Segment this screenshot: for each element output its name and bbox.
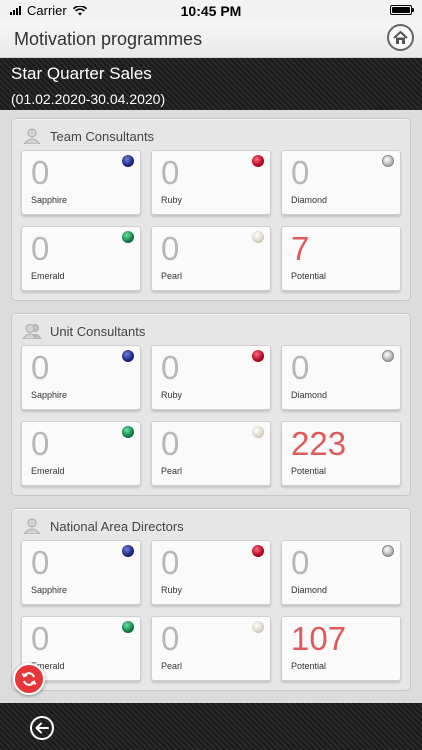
programme-title: Star Quarter Sales	[11, 64, 152, 83]
person-icon	[23, 518, 41, 534]
tile-label: Ruby	[161, 585, 183, 595]
back-arrow-icon	[35, 722, 49, 734]
person-icon	[23, 128, 41, 144]
tile-emerald[interactable]: 0 Emerald	[21, 226, 141, 291]
section-unit-consultants: Unit Consultants 0 Sapphire 0 Ruby 0 Dia…	[11, 313, 411, 496]
tile-pearl[interactable]: 0 Pearl	[151, 226, 271, 291]
diamond-gem-icon	[382, 155, 394, 167]
status-bar: Carrier 10:45 PM	[0, 0, 422, 20]
ruby-gem-icon	[252, 350, 264, 362]
tile-value: 0	[31, 349, 50, 386]
tile-label: Potential	[291, 466, 327, 476]
tile-label: Diamond	[291, 195, 328, 205]
sapphire-gem-icon	[122, 155, 134, 167]
tile-label: Potential	[291, 661, 327, 671]
tile-sapphire[interactable]: 0 Sapphire	[21, 540, 141, 605]
sapphire-gem-icon	[122, 545, 134, 557]
tile-ruby[interactable]: 0 Ruby	[151, 150, 271, 215]
pearl-gem-icon	[252, 621, 264, 633]
tile-value: 0	[161, 230, 180, 267]
tile-value: 0	[291, 154, 310, 191]
tile-ruby[interactable]: 0 Ruby	[151, 345, 271, 410]
tile-sapphire[interactable]: 0 Sapphire	[21, 345, 141, 410]
tile-label: Diamond	[291, 390, 328, 400]
tile-value: 0	[31, 425, 50, 462]
diamond-gem-icon	[382, 350, 394, 362]
tile-diamond[interactable]: 0 Diamond	[281, 540, 401, 605]
pearl-gem-icon	[252, 426, 264, 438]
emerald-gem-icon	[122, 231, 134, 243]
refresh-button[interactable]	[13, 663, 45, 695]
tile-label: Potential	[291, 271, 327, 281]
battery-icon	[390, 5, 414, 15]
tile-potential[interactable]: 223 Potential	[281, 421, 401, 486]
page-title: Motivation programmes	[14, 29, 203, 49]
back-button[interactable]	[30, 716, 54, 740]
diamond-gem-icon	[382, 545, 394, 557]
section-title: National Area Directors	[50, 518, 184, 534]
tile-label: Sapphire	[31, 195, 68, 205]
tile-label: Diamond	[291, 585, 328, 595]
tile-label: Pearl	[161, 466, 183, 476]
emerald-gem-icon	[122, 426, 134, 438]
ruby-gem-icon	[252, 155, 264, 167]
app-header: Motivation programmes	[0, 20, 422, 58]
section-title: Unit Consultants	[50, 323, 146, 339]
programme-header: Star Quarter Sales (01.02.2020-30.04.202…	[0, 58, 422, 110]
tile-value: 107	[291, 620, 347, 657]
section-team-consultants: Team Consultants 0 Sapphire 0 Ruby 0 Dia…	[11, 118, 411, 301]
tile-pearl[interactable]: 0 Pearl	[151, 616, 271, 681]
tile-value: 0	[161, 620, 180, 657]
section-header: Team Consultants	[22, 126, 154, 146]
tile-label: Sapphire	[31, 585, 68, 595]
section-header: Unit Consultants	[22, 321, 145, 341]
status-time: 10:45 PM	[180, 3, 242, 19]
sapphire-gem-icon	[122, 350, 134, 362]
tile-value: 0	[291, 349, 310, 386]
section-header: National Area Directors	[22, 516, 184, 536]
tile-potential[interactable]: 7 Potential	[281, 226, 401, 291]
pearl-gem-icon	[252, 231, 264, 243]
tile-value: 0	[31, 154, 50, 191]
refresh-icon	[21, 672, 37, 686]
section-national-area-directors: National Area Directors 0 Sapphire 0 Rub…	[11, 508, 411, 691]
tile-value: 0	[31, 620, 50, 657]
ruby-gem-icon	[252, 545, 264, 557]
tile-ruby[interactable]: 0 Ruby	[151, 540, 271, 605]
tile-label: Pearl	[161, 661, 183, 671]
tile-label: Sapphire	[31, 390, 68, 400]
tile-label: Pearl	[161, 271, 183, 281]
programme-period: (01.02.2020-30.04.2020)	[11, 91, 166, 107]
tile-value: 0	[161, 544, 180, 581]
tile-value: 0	[161, 349, 180, 386]
tile-value: 7	[291, 230, 310, 267]
tile-value: 0	[291, 544, 310, 581]
bottom-toolbar	[0, 703, 422, 750]
tile-label: Emerald	[31, 271, 65, 281]
tile-pearl[interactable]: 0 Pearl	[151, 421, 271, 486]
home-icon	[393, 30, 408, 44]
tile-label: Emerald	[31, 466, 65, 476]
tile-value: 0	[31, 230, 50, 267]
tile-emerald[interactable]: 0 Emerald	[21, 421, 141, 486]
tile-potential[interactable]: 107 Potential	[281, 616, 401, 681]
tile-value: 0	[161, 425, 180, 462]
tile-diamond[interactable]: 0 Diamond	[281, 150, 401, 215]
emerald-gem-icon	[122, 621, 134, 633]
tile-label: Ruby	[161, 390, 183, 400]
tile-label: Ruby	[161, 195, 183, 205]
people-icon	[22, 324, 42, 339]
tile-sapphire[interactable]: 0 Sapphire	[21, 150, 141, 215]
tile-value: 0	[31, 544, 50, 581]
tile-value: 223	[291, 425, 347, 462]
tile-diamond[interactable]: 0 Diamond	[281, 345, 401, 410]
home-button[interactable]	[387, 24, 414, 51]
section-title: Team Consultants	[50, 128, 155, 144]
tile-value: 0	[161, 154, 180, 191]
